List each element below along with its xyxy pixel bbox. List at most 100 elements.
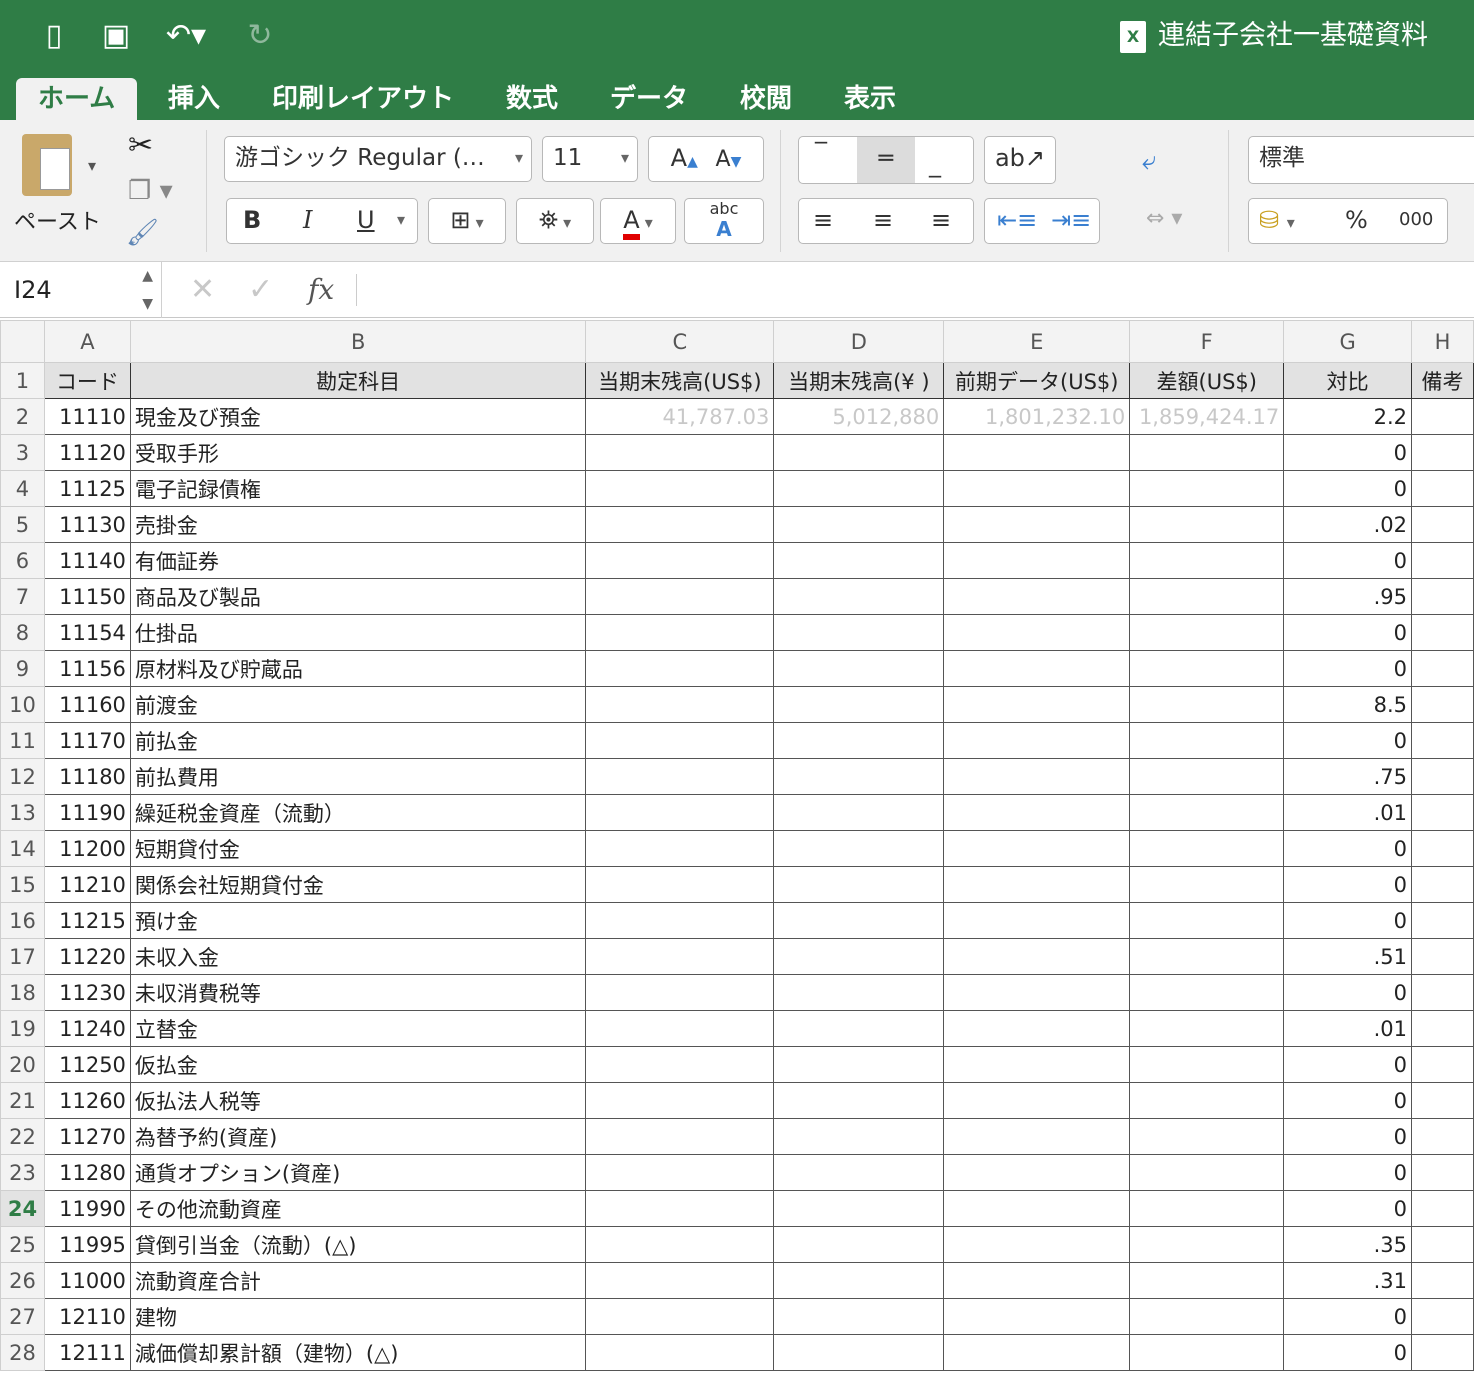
account-name-cell[interactable]: 現金及び預金 — [129, 398, 587, 435]
amount-cell[interactable] — [943, 1262, 1131, 1299]
remarks-cell[interactable] — [1410, 1082, 1474, 1119]
decrease-indent-icon[interactable]: ⇤≡ — [997, 199, 1037, 241]
amount-cell[interactable] — [773, 542, 945, 579]
amount-cell[interactable] — [1129, 902, 1285, 939]
align-bottom-icon[interactable]: _ — [929, 143, 941, 185]
ratio-cell[interactable]: 0 — [1283, 1082, 1412, 1119]
tab-home[interactable]: ホーム — [16, 78, 138, 120]
code-cell[interactable]: 11215 — [43, 902, 131, 939]
code-cell[interactable]: 11125 — [43, 470, 131, 507]
code-cell[interactable]: 11150 — [43, 578, 131, 615]
account-name-cell[interactable]: その他流動資産 — [129, 1190, 587, 1227]
comma-style-button[interactable]: 000 — [1399, 199, 1433, 241]
row-header[interactable]: 15 — [0, 866, 45, 903]
code-cell[interactable]: 11200 — [43, 830, 131, 867]
amount-cell[interactable] — [585, 794, 775, 831]
amount-cell[interactable] — [773, 578, 945, 615]
account-name-cell[interactable]: 関係会社短期貸付金 — [129, 866, 587, 903]
remarks-cell[interactable] — [1410, 758, 1474, 795]
tab-review[interactable]: 校閲 — [740, 78, 792, 120]
code-cell[interactable]: 11230 — [43, 974, 131, 1011]
row-header[interactable]: 28 — [0, 1334, 45, 1371]
code-cell[interactable]: 11995 — [43, 1226, 131, 1263]
amount-cell[interactable] — [1129, 1046, 1285, 1083]
remarks-cell[interactable] — [1410, 902, 1474, 939]
align-top-icon[interactable]: ‾ — [815, 131, 827, 173]
ratio-cell[interactable]: 8.5 — [1283, 686, 1412, 723]
ratio-cell[interactable]: 0 — [1283, 542, 1412, 579]
row-header[interactable]: 13 — [0, 794, 45, 831]
tab-view[interactable]: 表示 — [844, 78, 896, 120]
amount-cell[interactable] — [1129, 1118, 1285, 1155]
cancel-icon[interactable]: ✕ — [190, 262, 215, 318]
amount-cell[interactable] — [585, 1154, 775, 1191]
select-all-corner[interactable] — [0, 320, 45, 363]
row-header[interactable]: 6 — [0, 542, 45, 579]
amount-cell[interactable] — [1129, 830, 1285, 867]
amount-cell[interactable]: 1,859,424.17 — [1129, 398, 1285, 435]
amount-cell[interactable] — [773, 1118, 945, 1155]
amount-cell[interactable] — [943, 578, 1131, 615]
code-cell[interactable]: 12111 — [43, 1334, 131, 1371]
row-header[interactable]: 4 — [0, 470, 45, 507]
code-cell[interactable]: 11990 — [43, 1190, 131, 1227]
amount-cell[interactable] — [943, 902, 1131, 939]
bold-button[interactable]: B — [243, 199, 261, 241]
amount-cell[interactable] — [773, 866, 945, 903]
amount-cell[interactable] — [1129, 722, 1285, 759]
amount-cell[interactable] — [943, 722, 1131, 759]
undo-icon[interactable]: ↶▾ — [156, 18, 216, 54]
tab-data[interactable]: データ — [610, 78, 688, 120]
row-header[interactable]: 8 — [0, 614, 45, 651]
amount-cell[interactable] — [943, 830, 1131, 867]
ratio-cell[interactable]: .95 — [1283, 578, 1412, 615]
amount-cell[interactable] — [943, 1082, 1131, 1119]
amount-cell[interactable] — [1129, 1262, 1285, 1299]
amount-cell[interactable] — [773, 1298, 945, 1335]
phonetic-button[interactable]: abc A — [684, 198, 764, 244]
amount-cell[interactable] — [585, 470, 775, 507]
code-cell[interactable]: 11000 — [43, 1262, 131, 1299]
amount-cell[interactable] — [943, 1334, 1131, 1371]
remarks-cell[interactable] — [1410, 434, 1474, 471]
code-cell[interactable]: 11110 — [43, 398, 131, 435]
row-header[interactable]: 26 — [0, 1262, 45, 1299]
code-cell[interactable]: 11160 — [43, 686, 131, 723]
amount-cell[interactable] — [943, 1046, 1131, 1083]
remarks-cell[interactable] — [1410, 1190, 1474, 1227]
remarks-cell[interactable] — [1410, 938, 1474, 975]
amount-cell[interactable] — [585, 830, 775, 867]
header-cell[interactable]: 当期末残高(¥ ) — [773, 362, 945, 399]
account-name-cell[interactable]: 貸倒引当金（流動）(△) — [129, 1226, 587, 1263]
italic-button[interactable]: I — [303, 199, 312, 241]
ratio-cell[interactable]: 0 — [1283, 722, 1412, 759]
amount-cell[interactable] — [1129, 434, 1285, 471]
account-name-cell[interactable]: 売掛金 — [129, 506, 587, 543]
tab-insert[interactable]: 挿入 — [168, 78, 220, 120]
remarks-cell[interactable] — [1410, 578, 1474, 615]
cut-icon[interactable]: ✂ — [128, 128, 153, 163]
amount-cell[interactable] — [1129, 686, 1285, 723]
amount-cell[interactable] — [773, 614, 945, 651]
remarks-cell[interactable] — [1410, 1298, 1474, 1335]
account-name-cell[interactable]: 立替金 — [129, 1010, 587, 1047]
row-header[interactable]: 5 — [0, 506, 45, 543]
paste-label[interactable]: ペースト — [14, 204, 101, 236]
ratio-cell[interactable]: 0 — [1283, 830, 1412, 867]
amount-cell[interactable] — [1129, 938, 1285, 975]
code-cell[interactable]: 12110 — [43, 1298, 131, 1335]
amount-cell[interactable]: 1,801,232.10 — [943, 398, 1131, 435]
ratio-cell[interactable]: 0 — [1283, 1334, 1412, 1371]
amount-cell[interactable] — [943, 1154, 1131, 1191]
amount-cell[interactable] — [1129, 1226, 1285, 1263]
ratio-cell[interactable]: 0 — [1283, 650, 1412, 687]
column-header[interactable]: C — [585, 320, 775, 363]
account-name-cell[interactable]: 原材料及び貯蔵品 — [129, 650, 587, 687]
code-cell[interactable]: 11270 — [43, 1118, 131, 1155]
amount-cell[interactable] — [773, 830, 945, 867]
ratio-cell[interactable]: 0 — [1283, 1298, 1412, 1335]
amount-cell[interactable] — [585, 866, 775, 903]
amount-cell[interactable] — [773, 686, 945, 723]
row-header[interactable]: 21 — [0, 1082, 45, 1119]
amount-cell[interactable] — [773, 1334, 945, 1371]
